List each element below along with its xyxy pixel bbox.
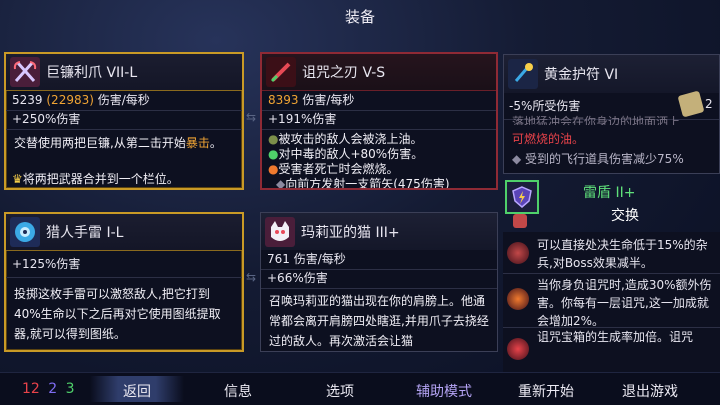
info-button[interactable]: 信息 <box>206 381 270 401</box>
mutation-desc: 可以直接处决生命低于15%的杂兵,对Boss效果减半。 <box>537 238 708 270</box>
weapon-card-cursed-blade[interactable]: 诅咒之刃 V-S 8393 伤害/每秒 +191%伤害 ●被攻击的敌人会被浇上油… <box>260 52 498 190</box>
weapon-description: 交替使用两把巨镰,从第二击开始暴击。 <box>14 136 222 150</box>
skill-card-hunters-grenade[interactable]: 猎人手雷 I-L +125%伤害 投掷这枚手雷可以激怒敌人,把它打到40%生命以… <box>4 212 244 352</box>
shield-name: 雷盾 II+ <box>583 185 636 201</box>
survival-count: 3 <box>65 381 75 397</box>
poison-effect-icon: ● <box>268 147 279 161</box>
skill-description: 投掷这枚手雷可以激怒敌人,把它打到40%生命以下之后再对它使用图纸提取器,就可以… <box>14 287 221 341</box>
mutation-row[interactable]: 诅咒宝箱的生成率加倍。诅咒 <box>503 328 720 372</box>
damage-bonus: +250%伤害 <box>6 110 242 130</box>
brutality-count: 12 <box>22 381 40 397</box>
options-button[interactable]: 选项 <box>308 381 372 401</box>
dps-unit: 伤害/每秒 <box>293 252 346 266</box>
amulet-icon <box>508 59 538 89</box>
tactics-count: 2 <box>48 381 58 397</box>
weapon-name: 诅咒之刃 V-S <box>302 65 386 81</box>
thunder-shield-icon <box>505 180 539 214</box>
cursed-blade-icon <box>266 57 296 87</box>
amulet-effect-oil: 可燃烧的油。 <box>512 132 585 146</box>
damage-bonus: +191%伤害 <box>262 110 496 130</box>
small-creature-icon <box>513 214 527 228</box>
dps-max-value: (22983) <box>46 93 94 107</box>
swap-arrow-icon: ⇆ <box>246 270 257 284</box>
skill-description: 召唤玛莉亚的猫出现在你的肩膀上。他通常都会离开肩膀四处瞎逛,并用爪子去挠经过的敌… <box>269 294 489 348</box>
bottom-menu-bar: 12 2 3 返回 信息 选项 辅助模式 重新开始 退出游戏 <box>0 372 720 405</box>
effect-line: 向前方发射一支箭矢(475伤害) <box>285 177 450 190</box>
amulet-effect-partial: 落地猛冲会在你身边的地面洒上 <box>512 115 681 125</box>
execute-mutation-icon <box>507 242 529 264</box>
mutation-row[interactable]: 当你身负诅咒时,造成30%额外伤害。你每有一层诅咒,这一加成就会增加2%。 <box>503 276 720 328</box>
skill-card-marias-cat[interactable]: 玛莉亚的猫 III+ 761 伤害/每秒 +66%伤害 召唤玛莉亚的猫出现在你的… <box>260 212 498 352</box>
swap-arrow-icon: ⇆ <box>246 110 257 124</box>
page-title: 装备 <box>344 8 375 26</box>
scroll-count: 2 <box>705 97 713 111</box>
shield-row[interactable]: 雷盾 II+ 交换 <box>503 178 720 230</box>
mutation-row[interactable]: 可以直接处决生命低于15%的杂兵,对Boss效果减半。 <box>503 234 720 274</box>
cat-icon <box>265 216 295 247</box>
dps-unit: 伤害/每秒 <box>97 93 150 107</box>
damage-bonus: +125%伤害 <box>6 252 242 278</box>
dps-value: 5239 <box>12 93 43 107</box>
restart-button[interactable]: 重新开始 <box>502 381 590 401</box>
oil-effect-icon: ● <box>268 132 279 146</box>
effect-line: 对中毒的敌人+80%伤害。 <box>278 147 424 161</box>
scroll-stats: 12 2 3 <box>22 381 75 397</box>
skill-name: 猎人手雷 I-L <box>46 225 124 241</box>
scythe-claws-icon <box>10 57 40 87</box>
dps-value: 761 <box>267 252 290 266</box>
effects-list: ●被攻击的敌人会被浇上油。 ●对中毒的敌人+80%伤害。 ●受害者死亡时会燃烧。… <box>262 132 496 190</box>
quit-game-button[interactable]: 退出游戏 <box>606 381 694 401</box>
weapon-card-scythe-claws[interactable]: 巨镰利爪 VII-L 5239 (22983) 伤害/每秒 +250%伤害 交替… <box>4 52 244 190</box>
dps-value: 8393 <box>268 93 299 107</box>
bullet-icon: ◆ <box>512 152 526 166</box>
crown-icon: ♛ <box>12 172 23 186</box>
damage-bonus: +66%伤害 <box>261 269 497 289</box>
swap-button[interactable]: 交换 <box>611 205 639 225</box>
weapon-name: 巨镰利爪 VII-L <box>46 65 138 81</box>
mutation-desc: 当你身负诅咒时,造成30%额外伤害。你每有一层诅咒,这一加成就会增加2%。 <box>537 278 712 328</box>
merge-note: ♛将两把武器合并到一个栏位。 <box>12 172 179 186</box>
effect-line: 受害者死亡时会燃烧。 <box>278 162 399 176</box>
bullet-icon: ◆ <box>276 177 286 190</box>
effect-line: 被攻击的敌人会被浇上油。 <box>278 132 423 146</box>
mutation-desc: 诅咒宝箱的生成率加倍。诅咒 <box>537 330 694 344</box>
skill-name: 玛莉亚的猫 III+ <box>301 224 400 241</box>
amulet-effect-projectile: ◆ 受到的飞行道具伤害减少75% <box>512 152 684 166</box>
amulet-name: 黄金护符 VI <box>544 67 619 83</box>
back-button[interactable]: 返回 <box>105 381 169 401</box>
dps-unit: 伤害/每秒 <box>302 93 355 107</box>
curse-mutation-icon <box>507 288 529 310</box>
grenade-icon <box>10 217 40 247</box>
mutations-list: 可以直接处决生命低于15%的杂兵,对Boss效果减半。 当你身负诅咒时,造成30… <box>503 232 720 372</box>
cursed-chest-mutation-icon <box>507 338 529 360</box>
assist-mode-button[interactable]: 辅助模式 <box>400 381 488 401</box>
burn-effect-icon: ● <box>268 162 279 176</box>
amulet-card[interactable]: 黄金护符 VI -5%所受伤害 2 落地猛冲会在你身边的地面洒上 可燃烧的油。 … <box>503 54 720 174</box>
